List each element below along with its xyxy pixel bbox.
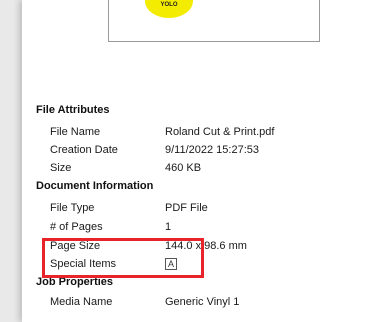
file-name-value: Roland Cut & Print.pdf	[165, 126, 275, 138]
document-information-heading: Document Information	[36, 180, 154, 192]
media-name-value: Generic Vinyl 1	[165, 296, 240, 308]
sticker-graphic: YOLO	[145, 0, 193, 18]
size-label: Size	[50, 162, 72, 174]
page-count-value: 1	[165, 221, 172, 233]
file-type-value: PDF File	[165, 202, 208, 214]
creation-date-value: 9/11/2022 15:27:53	[165, 144, 259, 156]
file-attributes-heading: File Attributes	[36, 104, 110, 116]
sticker-text: YOLO	[160, 2, 178, 8]
media-name-label: Media Name	[50, 296, 113, 308]
creation-date-label: Creation Date	[50, 144, 118, 156]
size-value: 460 KB	[165, 162, 202, 174]
page-count-label: # of Pages	[50, 221, 103, 233]
document-preview: YOLO	[108, 0, 320, 42]
file-name-label: File Name	[50, 126, 101, 138]
annotation-highlight-box	[42, 238, 204, 278]
file-type-label: File Type	[50, 202, 95, 214]
properties-panel: YOLO File Attributes File Name Roland Cu…	[22, 0, 387, 322]
